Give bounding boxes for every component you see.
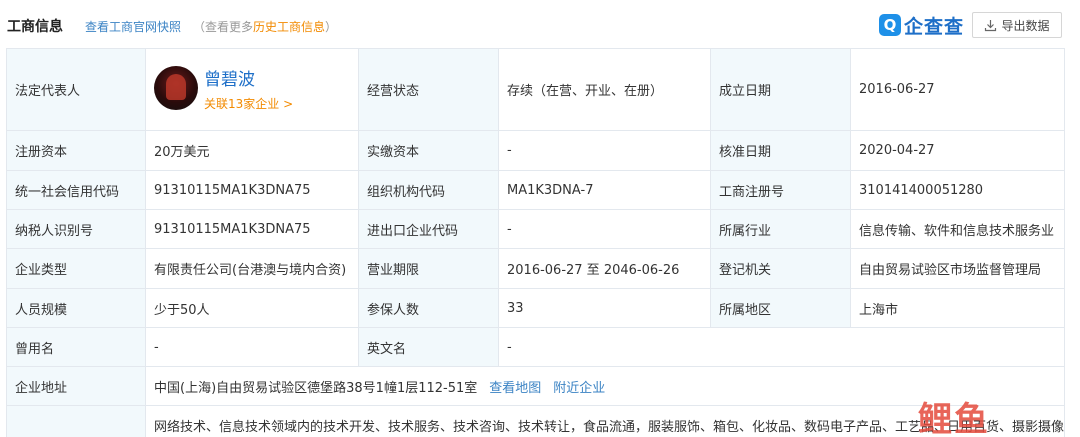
company-type-label: 企业类型 [6,248,146,289]
table-row: 法定代表人 曾碧波 关联13家企业 > 经营状态 存续（在营、开业、在册） 成立… [6,48,1065,131]
approve-value: 2020-04-27 [850,130,1065,171]
founded-value: 2016-06-27 [850,48,1065,131]
export-data-label: 导出数据 [1001,18,1050,33]
reg-no-value: 310141400051280 [850,170,1065,210]
section-header: 工商信息 查看工商官网快照 （查看更多历史工商信息） Q 企查查 导出数据 [0,0,1080,48]
founded-label: 成立日期 [710,48,851,131]
authority-label: 登记机关 [710,248,851,289]
former-name-value: - [145,327,359,367]
table-row: 统一社会信用代码 91310115MA1K3DNA75 组织机构代码 MA1K3… [6,170,1065,210]
table-row: 网络技术、信息技术领域内的技术开发、技术服务、技术咨询、技术转让，食品流通，服装… [6,405,1065,437]
avatar[interactable] [154,66,198,110]
paidin-value: - [498,130,711,171]
export-data-button[interactable]: 导出数据 [972,12,1062,38]
capital-label: 注册资本 [6,130,146,171]
table-row: 企业类型 有限责任公司(台港澳与境内合资) 营业期限 2016-06-27 至 … [6,248,1065,289]
status-value: 存续（在营、开业、在册） [498,48,711,131]
paidin-label: 实缴资本 [358,130,499,171]
qichacha-logo: Q 企查查 [879,12,964,38]
credit-code-value: 91310115MA1K3DNA75 [145,170,359,210]
business-scope-label [6,405,146,437]
table-row: 人员规模 少于50人 参保人数 33 所属地区 上海市 [6,288,1065,328]
history-info-link[interactable]: 历史工商信息 [253,20,325,34]
tax-id-value: 91310115MA1K3DNA75 [145,209,359,249]
company-type-value: 有限责任公司(台港澳与境内合资) [145,248,359,289]
former-name-label: 曾用名 [6,327,146,367]
history-info-prefix: （查看更多 [193,20,254,34]
view-map-link[interactable]: 查看地图 [489,381,541,396]
legal-rep-cell: 曾碧波 关联13家企业 > [145,48,359,131]
staff-size-label: 人员规模 [6,288,146,328]
import-export-label: 进出口企业代码 [358,209,499,249]
org-code-value: MA1K3DNA-7 [498,170,711,210]
official-snapshot-link[interactable]: 查看工商官网快照 [85,18,181,35]
address-label: 企业地址 [6,366,146,406]
business-info-table: 法定代表人 曾碧波 关联13家企业 > 经营状态 存续（在营、开业、在册） 成立… [6,48,1065,437]
table-row: 纳税人识别号 91310115MA1K3DNA75 进出口企业代码 - 所属行业… [6,209,1065,249]
english-name-value: - [498,327,1065,367]
reg-no-label: 工商注册号 [710,170,851,210]
business-term-value: 2016-06-27 至 2046-06-26 [498,248,711,289]
authority-value: 自由贸易试验区市场监督管理局 [850,248,1065,289]
download-icon [985,19,997,31]
nearby-companies-link[interactable]: 附近企业 [553,381,605,396]
staff-size-value: 少于50人 [145,288,359,328]
business-term-label: 营业期限 [358,248,499,289]
approve-label: 核准日期 [710,130,851,171]
org-code-label: 组织机构代码 [358,170,499,210]
history-info-hint: （查看更多历史工商信息） [193,18,337,35]
table-row: 企业地址 中国(上海)自由贸易试验区德堡路38号1幢1层112-51室 查看地图附… [6,366,1065,406]
tax-id-label: 纳税人识别号 [6,209,146,249]
section-title: 工商信息 [7,19,63,35]
associated-companies-link[interactable]: 关联13家企业 > [204,95,293,112]
qichacha-logo-icon: Q [879,14,901,36]
capital-value: 20万美元 [145,130,359,171]
legal-rep-label: 法定代表人 [6,48,146,131]
table-row: 曾用名 - 英文名 - [6,327,1065,367]
region-label: 所属地区 [710,288,851,328]
table-row: 注册资本 20万美元 实缴资本 - 核准日期 2020-04-27 [6,130,1065,171]
legal-rep-name[interactable]: 曾碧波 [204,65,255,90]
address-value: 中国(上海)自由贸易试验区德堡路38号1幢1层112-51室 [154,380,478,396]
watermark-logo: 鲤鱼 [918,400,990,437]
history-info-suffix: ） [325,20,338,34]
industry-label: 所属行业 [710,209,851,249]
english-name-label: 英文名 [358,327,499,367]
insured-label: 参保人数 [358,288,499,328]
insured-value: 33 [498,288,711,328]
qichacha-logo-text: 企查查 [904,15,965,38]
status-label: 经营状态 [358,48,499,131]
credit-code-label: 统一社会信用代码 [6,170,146,210]
industry-value: 信息传输、软件和信息技术服务业 [850,209,1065,249]
region-value: 上海市 [850,288,1065,328]
import-export-value: - [498,209,711,249]
